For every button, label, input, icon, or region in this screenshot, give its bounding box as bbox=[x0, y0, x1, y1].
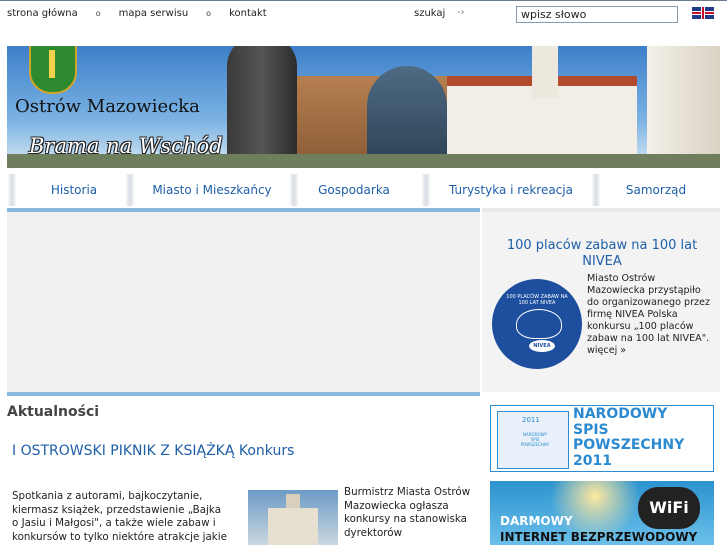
search-input[interactable] bbox=[516, 6, 678, 23]
main-slideshow-area bbox=[7, 212, 480, 392]
nav-separator bbox=[591, 174, 601, 206]
nivea-badge: NIVEA bbox=[528, 339, 556, 353]
thumbnail-building bbox=[268, 508, 318, 545]
sidebar-featured: 100 placów zabaw na 100 lat NIVEA 100 PL… bbox=[482, 212, 720, 392]
nav-item-historia[interactable]: Historia bbox=[19, 172, 129, 208]
search-submit-icon[interactable]: -› bbox=[457, 7, 471, 19]
sitemap-link[interactable]: mapa serwisu bbox=[119, 8, 189, 19]
census-map-caption: NARODOWY SPIS POWSZECHNY bbox=[520, 432, 550, 447]
nav-separator bbox=[421, 174, 431, 206]
nivea-campaign-logo[interactable]: 100 PLACÓW ZABAW NA 100 LAT NIVEA NIVEA bbox=[492, 279, 582, 369]
census-line: POWSZECHNY bbox=[573, 437, 685, 453]
wifi-icon: WiFi bbox=[638, 487, 700, 529]
nav-separator bbox=[7, 174, 17, 206]
census-map-year: 2011 bbox=[522, 416, 540, 424]
featured-title[interactable]: 100 placów zabaw na 100 lat NIVEA bbox=[492, 238, 712, 270]
census-banner-text: NARODOWY SPIS POWSZECHNY 2011 bbox=[573, 406, 685, 469]
news-section-title: Aktualności bbox=[7, 404, 100, 420]
free-wifi-banner[interactable]: DARMOWY INTERNET BEZPRZEWODOWY WiFi bbox=[490, 481, 714, 545]
city-coat-of-arms-icon[interactable] bbox=[29, 46, 77, 94]
census-line: 2011 bbox=[573, 452, 612, 469]
church-image bbox=[647, 46, 720, 168]
bullet-separator: o bbox=[95, 9, 101, 18]
nivea-logo-caption: 100 PLACÓW ZABAW NA 100 LAT NIVEA bbox=[506, 294, 568, 306]
news-headline[interactable]: I OSTROWSKI PIKNIK Z KSIĄŻKĄ Konkurs bbox=[12, 443, 294, 459]
wifi-banner-line: INTERNET BEZPRZEWODOWY bbox=[500, 530, 698, 544]
top-bar: strona główna o mapa serwisu o kontakt szuka… bbox=[0, 0, 727, 29]
main-navigation: Historia Miasto i Mieszkańcy Gospodarka … bbox=[7, 172, 720, 208]
city-slogan: Brama na Wschód bbox=[29, 134, 223, 158]
nav-separator bbox=[289, 174, 299, 206]
news-thumbnail[interactable] bbox=[248, 490, 338, 545]
nav-separator bbox=[125, 174, 135, 206]
search-label: szukaj bbox=[414, 8, 446, 19]
census-line: SPIS bbox=[573, 421, 609, 438]
home-link[interactable]: strona główna bbox=[7, 8, 78, 19]
featured-description: Miasto Ostrów Mazowiecka przystąpiło do … bbox=[587, 273, 710, 344]
news-top-line bbox=[7, 392, 480, 396]
header-banner: Ostrów Mazowiecka Brama na Wschód bbox=[7, 46, 720, 168]
more-link[interactable]: więcej » bbox=[587, 345, 626, 356]
bullet-separator: o bbox=[206, 9, 212, 18]
nav-item-miasto[interactable]: Miasto i Mieszkańcy bbox=[137, 172, 287, 208]
wifi-banner-line: DARMOWY bbox=[500, 514, 573, 528]
nav-item-samorzad[interactable]: Samorząd bbox=[601, 172, 711, 208]
town-hall-tower bbox=[532, 46, 558, 98]
contact-link[interactable]: kontakt bbox=[229, 8, 267, 19]
statue-image bbox=[227, 46, 297, 168]
census-banner[interactable]: 2011 NARODOWY SPIS POWSZECHNY NARODOWY S… bbox=[490, 405, 714, 472]
top-links: strona główna o mapa serwisu o kontakt bbox=[7, 8, 285, 19]
nav-item-turystyka[interactable]: Turystyka i rekreacja bbox=[431, 172, 591, 208]
children-drawing-icon bbox=[516, 309, 562, 339]
glass-building-image bbox=[367, 66, 447, 168]
featured-text: Miasto Ostrów Mazowiecka przystąpiło do … bbox=[587, 273, 715, 357]
poland-map-icon: 2011 NARODOWY SPIS POWSZECHNY bbox=[497, 411, 569, 469]
english-language-flag-icon[interactable] bbox=[692, 7, 714, 19]
news-item-text: Spotkania z autorami, bajkoczytanie, kie… bbox=[12, 490, 227, 543]
header-spacer bbox=[7, 28, 720, 46]
census-line: NARODOWY bbox=[573, 406, 668, 422]
nav-item-gospodarka[interactable]: Gospodarka bbox=[299, 172, 409, 208]
city-name: Ostrów Mazowiecka bbox=[15, 96, 200, 117]
news-item-text: Burmistrz Miasta Ostrów Mazowiecka ogłas… bbox=[344, 486, 471, 539]
